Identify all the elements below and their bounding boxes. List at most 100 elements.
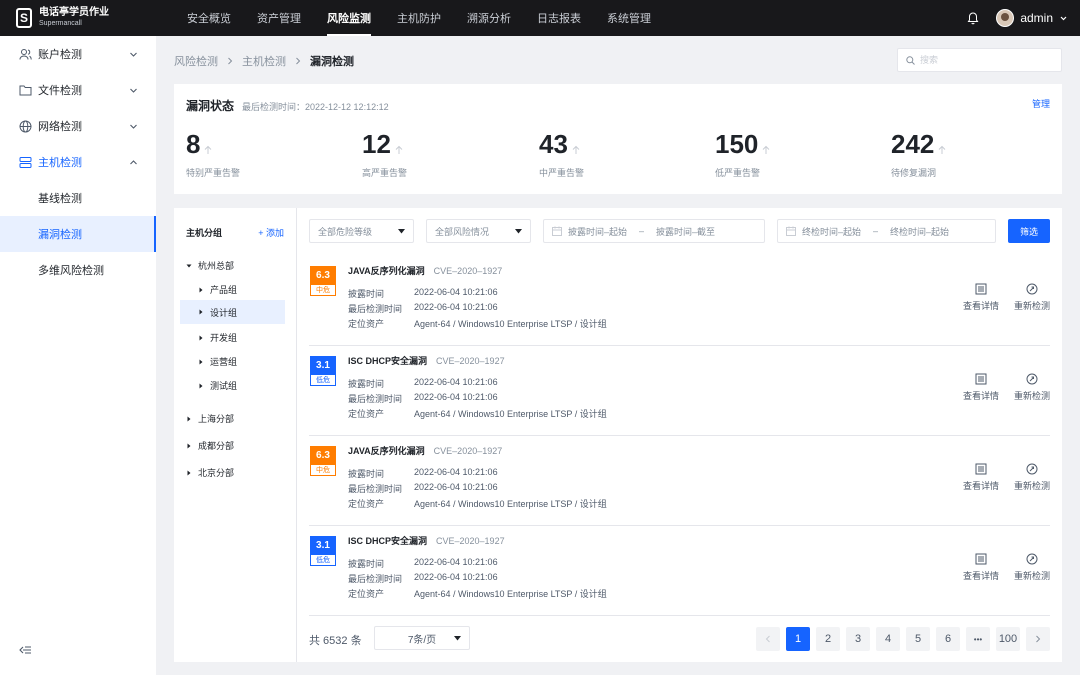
- check-end[interactable]: 终检时间–起始: [890, 225, 949, 238]
- range-separator: –: [873, 226, 879, 236]
- field-label: 披露时间: [348, 289, 385, 299]
- page-button[interactable]: 1: [786, 627, 810, 651]
- stat-label: 高严重告警: [362, 168, 408, 178]
- check-start[interactable]: 终检时间–起始: [802, 225, 861, 238]
- field-label: 披露时间: [348, 559, 385, 569]
- severity-score: 6.3: [310, 266, 336, 284]
- sidebar-item-file[interactable]: 文件检测: [0, 72, 156, 108]
- page-button[interactable]: 2: [816, 627, 840, 651]
- tree-node-hangzhou[interactable]: 杭州总部: [186, 259, 234, 272]
- chevron-right-icon: [1036, 635, 1041, 643]
- user-name[interactable]: admin: [1020, 11, 1053, 25]
- field-label: 最后检测时间: [348, 394, 403, 404]
- chevron-down-icon[interactable]: [1059, 14, 1068, 23]
- top-nav: 安全概览 资产管理 风险监测 主机防护 溯源分析 日志报表 系统管理: [174, 0, 664, 36]
- disclose-start[interactable]: 披露时间–起始: [568, 225, 627, 238]
- nav-item-risk-monitor[interactable]: 风险监测: [314, 0, 384, 36]
- tree-node-chengdu[interactable]: 成都分部: [186, 439, 234, 452]
- page-button[interactable]: 4: [876, 627, 900, 651]
- disclose-date-range[interactable]: 披露时间–起始 – 披露时间–截至: [543, 219, 765, 243]
- vulnerability-name[interactable]: ISC DHCP安全漏洞: [348, 534, 427, 547]
- severity-badge: 6.3 中危: [310, 446, 336, 478]
- manage-link[interactable]: 管理: [1032, 97, 1050, 110]
- tree-node-design[interactable]: 设计组: [180, 300, 285, 324]
- stat-value: 8: [186, 129, 201, 159]
- tree-node-beijing[interactable]: 北京分部: [186, 466, 234, 479]
- chevron-down-icon: [130, 52, 137, 57]
- recheck-button[interactable]: 重新检测: [1014, 283, 1050, 312]
- vulnerability-row[interactable]: 6.3 中危 JAVA反序列化漏洞 CVE–2020–1927 披露时间 2022-…: [309, 436, 1050, 526]
- calendar-icon: [786, 226, 796, 236]
- risk-level-select[interactable]: 全部危险等级: [309, 219, 414, 243]
- logo[interactable]: S 电话亭学员作业 Supermancall: [0, 7, 156, 29]
- disclose-end[interactable]: 披露时间–截至: [656, 225, 715, 238]
- breadcrumb-item[interactable]: 风险检测: [174, 53, 218, 69]
- page-ellipsis[interactable]: •••: [966, 627, 990, 651]
- server-icon: [18, 155, 32, 169]
- view-detail-button[interactable]: 查看详情: [963, 553, 999, 582]
- disclose-time: 2022-06-04 10:21:06: [414, 377, 498, 387]
- top-right: admin: [964, 0, 1068, 36]
- last-check-time: 2022-06-04 10:21:06: [414, 302, 498, 312]
- stat-value: 242: [891, 129, 935, 159]
- check-date-range[interactable]: 终检时间–起始 – 终检时间–起始: [777, 219, 996, 243]
- nav-item-trace-analysis[interactable]: 溯源分析: [454, 0, 524, 36]
- page-size-select[interactable]: 7条/页: [374, 626, 470, 650]
- page-button[interactable]: 6: [936, 627, 960, 651]
- avatar[interactable]: [996, 9, 1015, 27]
- view-detail-button[interactable]: 查看详情: [963, 283, 999, 312]
- prev-page-button[interactable]: [756, 627, 780, 651]
- stat-value: 150: [715, 129, 759, 159]
- sidebar-item-host[interactable]: 主机检测: [0, 144, 156, 180]
- collapse-sidebar-icon[interactable]: [18, 643, 32, 657]
- vulnerability-name[interactable]: JAVA反序列化漏洞: [348, 264, 425, 277]
- view-detail-button[interactable]: 查看详情: [963, 373, 999, 402]
- sidebar-item-multi-risk[interactable]: 多维风险检测: [0, 252, 156, 288]
- page-button[interactable]: 3: [846, 627, 870, 651]
- vulnerability-row[interactable]: 6.3 中危 JAVA反序列化漏洞 CVE–2020–1927 披露时间 2022-…: [309, 256, 1050, 346]
- last-check-time: 2022-06-04 10:21:06: [414, 482, 498, 492]
- vulnerability-row[interactable]: 3.1 低危 ISC DHCP安全漏洞 CVE–2020–1927 披露时间 202…: [309, 346, 1050, 436]
- tree-node-product[interactable]: 产品组: [198, 283, 237, 296]
- recheck-button[interactable]: 重新检测: [1014, 463, 1050, 492]
- breadcrumb-item[interactable]: 主机检测: [242, 53, 286, 69]
- page-button[interactable]: 100: [996, 627, 1020, 651]
- severity-level: 低危: [310, 374, 336, 386]
- recheck-button[interactable]: 重新检测: [1014, 553, 1050, 582]
- sidebar-item-label: 网络检测: [38, 121, 82, 133]
- bell-icon[interactable]: [964, 9, 982, 27]
- add-group-button[interactable]: + 添加: [258, 226, 284, 239]
- sidebar-item-network[interactable]: 网络检测: [0, 108, 156, 144]
- search-icon: [906, 55, 915, 65]
- tree-node-dev[interactable]: 开发组: [198, 331, 237, 344]
- page-button[interactable]: 5: [906, 627, 930, 651]
- nav-item-system-management[interactable]: 系统管理: [594, 0, 664, 36]
- sidebar-item-vulnerability[interactable]: 漏洞检测: [0, 216, 156, 252]
- next-page-button[interactable]: [1026, 627, 1050, 651]
- filter-button[interactable]: 筛选: [1008, 219, 1050, 243]
- total-count: 共 6532 条: [309, 635, 362, 647]
- disclose-time: 2022-06-04 10:21:06: [414, 467, 498, 477]
- nav-item-assets[interactable]: 资产管理: [244, 0, 314, 36]
- tree-node-operations[interactable]: 运营组: [198, 355, 237, 368]
- vulnerability-name[interactable]: JAVA反序列化漏洞: [348, 444, 425, 457]
- vulnerability-list-card: 主机分组 + 添加 杭州总部 产品组 设计组 开发组 运营组 测试组 上海分部 …: [174, 208, 1062, 662]
- search-input[interactable]: [920, 55, 1050, 65]
- tree-node-shanghai[interactable]: 上海分部: [186, 412, 234, 425]
- vulnerability-row[interactable]: 3.1 低危 ISC DHCP安全漏洞 CVE–2020–1927 披露时间 202…: [309, 526, 1050, 616]
- nav-item-log-reports[interactable]: 日志报表: [524, 0, 594, 36]
- sidebar-item-account[interactable]: 账户检测: [0, 36, 156, 72]
- view-detail-button[interactable]: 查看详情: [963, 463, 999, 492]
- recheck-button[interactable]: 重新检测: [1014, 373, 1050, 402]
- tree-node-testing[interactable]: 测试组: [198, 379, 237, 392]
- nav-item-host-protection[interactable]: 主机防护: [384, 0, 454, 36]
- sidebar-item-baseline[interactable]: 基线检测: [0, 180, 156, 216]
- nav-item-overview[interactable]: 安全概览: [174, 0, 244, 36]
- caret-right-icon: [199, 383, 203, 388]
- vulnerability-name[interactable]: ISC DHCP安全漏洞: [348, 354, 427, 367]
- calendar-icon: [552, 226, 562, 236]
- stat-value: 43: [539, 129, 568, 159]
- app-title: 电话亭学员作业: [39, 7, 109, 18]
- severity-level: 中危: [310, 464, 336, 476]
- risk-status-select[interactable]: 全部风险情况: [426, 219, 531, 243]
